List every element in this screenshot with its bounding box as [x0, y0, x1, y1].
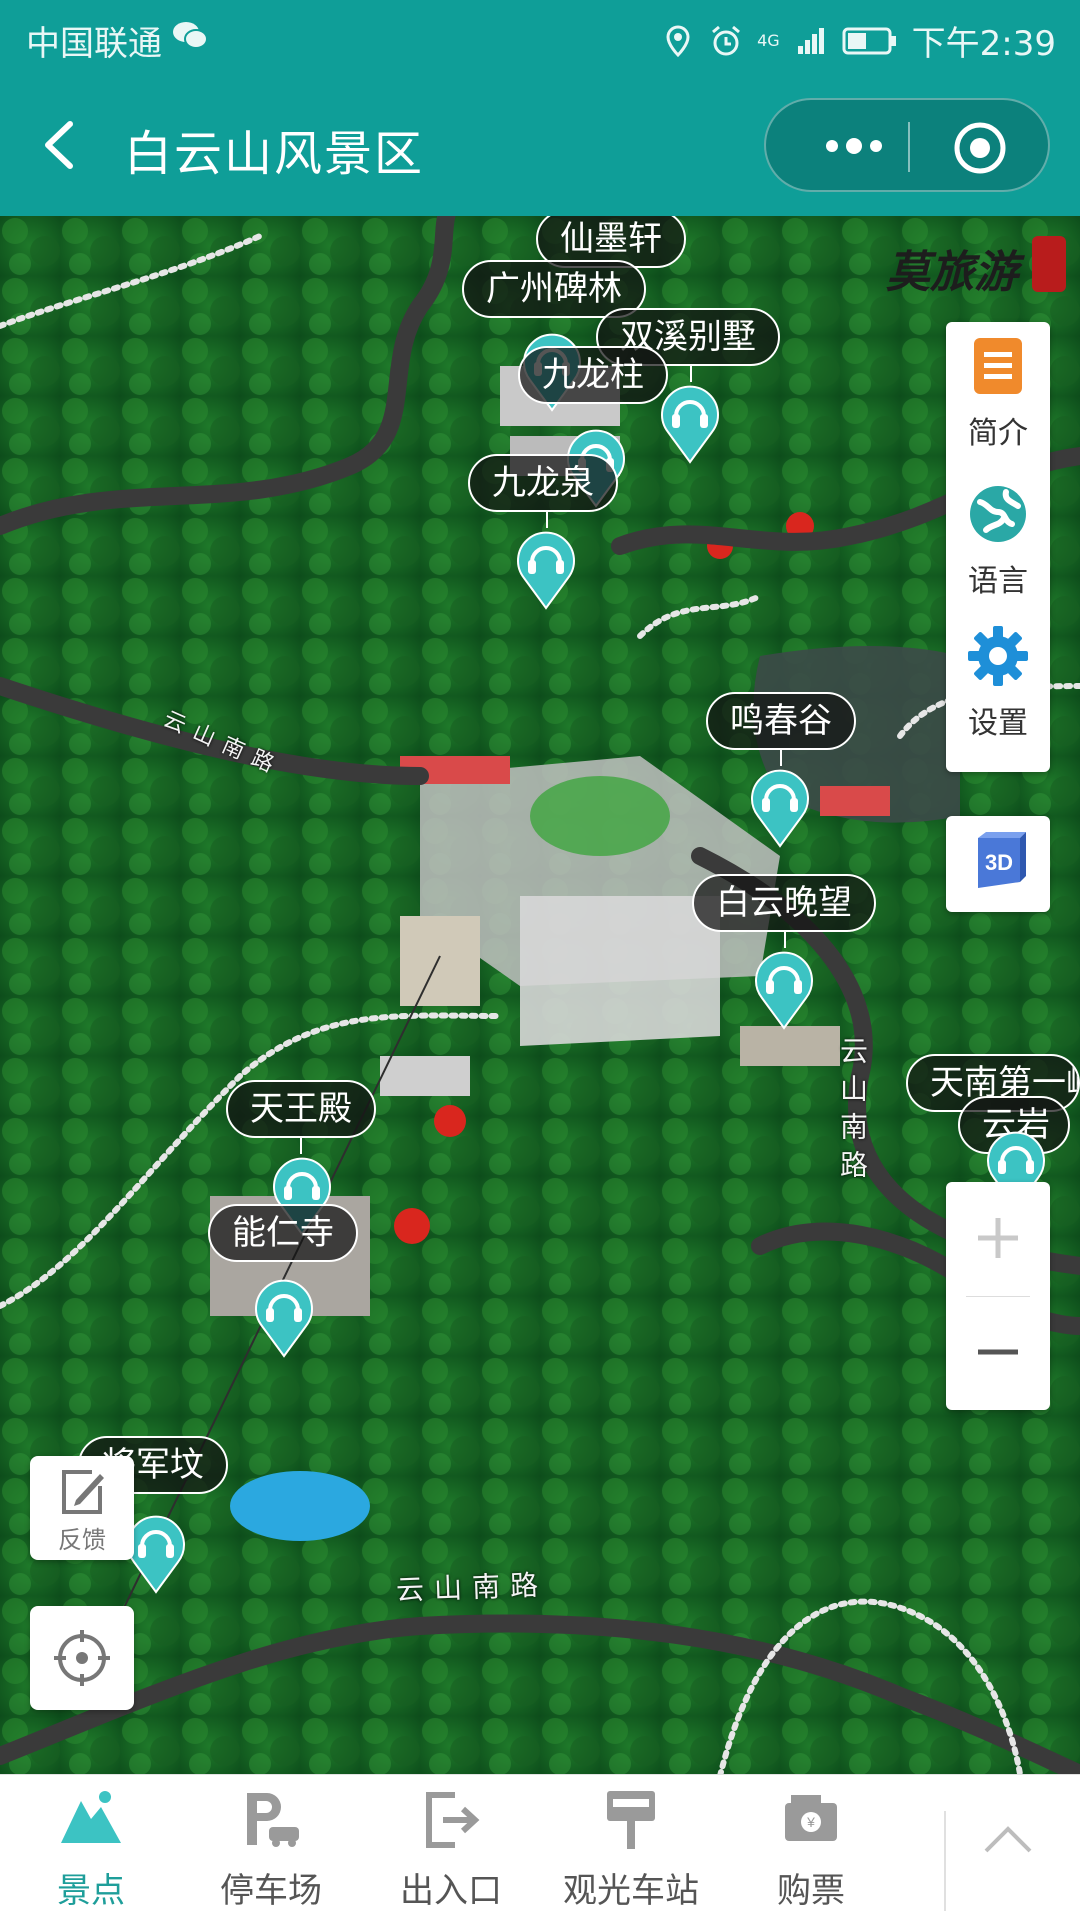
- road-label: 云山南路: [395, 1568, 549, 1607]
- settings-label: 设置: [968, 706, 1028, 741]
- signal-icon: [797, 27, 824, 54]
- clock: 下午2:39: [911, 24, 1056, 64]
- feedback-button[interactable]: 反馈: [30, 1456, 134, 1560]
- back-arrow-icon[interactable]: [32, 110, 92, 180]
- intro-label: 简介: [968, 416, 1028, 451]
- chevron-up-icon[interactable]: [972, 1805, 1044, 1877]
- audio-guide-pin-icon[interactable]: [752, 944, 816, 1030]
- status-bar: 中国联通 4G 下午2:39: [0, 0, 1080, 74]
- bottom-nav-divider: [944, 1811, 946, 1911]
- edit-icon: [62, 1470, 104, 1514]
- poi-label-jiulongquan[interactable]: 九龙泉: [468, 454, 618, 512]
- carrier-name: 中国联通: [26, 24, 162, 64]
- tab-entrances[interactable]: 出入口: [376, 1775, 526, 1921]
- alarm-icon: [712, 25, 741, 55]
- audio-guide-pin-icon[interactable]: [658, 378, 722, 464]
- zoom-in-icon[interactable]: [972, 1212, 1024, 1264]
- audio-guide-pin-icon[interactable]: [252, 1272, 316, 1358]
- poi-label-baiyun-wanwang[interactable]: 白云晚望: [692, 874, 876, 932]
- settings-button[interactable]: 设置: [946, 612, 1050, 752]
- ticket-icon: ¥: [785, 1795, 837, 1841]
- 3d-cube-icon: 3D: [978, 832, 1026, 888]
- more-icon[interactable]: [804, 124, 904, 168]
- poi-label-mingchungu[interactable]: 鸣春谷: [706, 692, 856, 750]
- globe-icon: [970, 486, 1026, 542]
- mountain-icon: [61, 1791, 121, 1843]
- road-label: 云山南路: [836, 1036, 869, 1188]
- map-tool-panel: 简介 语言 设置: [946, 322, 1050, 772]
- exit-icon: [426, 1792, 480, 1848]
- bus-stop-icon: [607, 1791, 655, 1849]
- poi-label-tianwangdian[interactable]: 天王殿: [226, 1080, 376, 1138]
- zoom-divider: [966, 1296, 1030, 1297]
- network-type: 4G: [757, 31, 780, 50]
- tab-shuttle-stops[interactable]: 观光车站: [556, 1775, 706, 1921]
- tab-tickets[interactable]: ¥ 购票: [736, 1775, 886, 1921]
- svg-text:¥: ¥: [806, 1814, 815, 1830]
- locate-button[interactable]: [30, 1606, 134, 1710]
- close-target-icon[interactable]: [952, 120, 1008, 176]
- mini-program-capsule: [764, 98, 1050, 192]
- tab-label: 出入口: [400, 1871, 502, 1911]
- audio-guide-pin-icon[interactable]: [514, 524, 578, 610]
- nav-bar: 白云山风景区: [0, 74, 1080, 216]
- audio-guide-pin-icon[interactable]: [748, 762, 812, 848]
- tab-label: 景点: [57, 1871, 125, 1911]
- brand-seal: [1032, 236, 1066, 292]
- location-icon: [666, 24, 690, 57]
- bottom-nav: 景点 停车场 出入口 观光车站 ¥ 购票: [0, 1774, 1080, 1921]
- 3d-toggle-button[interactable]: 3D: [946, 816, 1050, 912]
- zoom-control: [946, 1182, 1050, 1410]
- tab-scenic-spots[interactable]: 景点: [16, 1775, 166, 1921]
- zoom-out-icon[interactable]: [972, 1326, 1024, 1378]
- brand-logo: 莫旅游: [886, 247, 1018, 298]
- tab-label: 购票: [777, 1871, 845, 1911]
- page-title: 白云山风景区: [124, 126, 425, 182]
- wechat-icon: [173, 22, 208, 49]
- document-icon: [974, 338, 1022, 394]
- crosshair-icon: [54, 1630, 110, 1686]
- tab-parking[interactable]: 停车场: [196, 1775, 346, 1921]
- tab-label: 观光车站: [563, 1871, 699, 1911]
- language-label: 语言: [968, 564, 1028, 599]
- battery-icon: [842, 27, 896, 54]
- tab-label: 停车场: [220, 1871, 322, 1911]
- feedback-label: 反馈: [58, 1526, 106, 1554]
- parking-icon: [247, 1793, 299, 1847]
- gear-icon: [968, 626, 1028, 686]
- scenic-map[interactable]: 莫旅游 云山南路 云山南路 云山南路 仙墨轩 广州碑林 双溪别墅 九龙柱 九龙泉…: [0, 216, 1080, 1774]
- intro-button[interactable]: 简介: [946, 322, 1050, 462]
- poi-label-nengrensi[interactable]: 能仁寺: [208, 1204, 358, 1262]
- capsule-divider: [908, 122, 910, 172]
- 3d-text: 3D: [985, 850, 1013, 875]
- poi-label-jiulongzhu[interactable]: 九龙柱: [518, 346, 668, 404]
- language-button[interactable]: 语言: [946, 470, 1050, 610]
